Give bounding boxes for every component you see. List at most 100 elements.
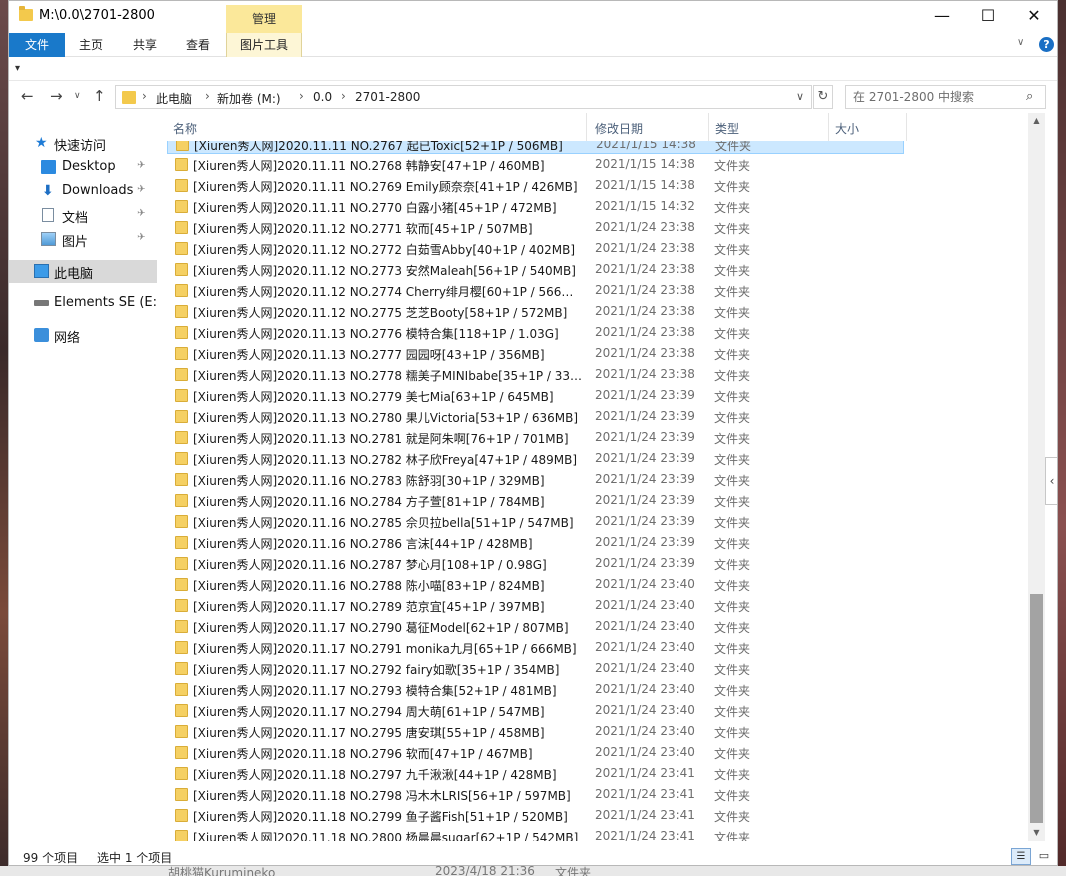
scroll-thumb[interactable] [1030,594,1043,823]
table-row[interactable]: [Xiuren秀人网]2020.11.16 NO.2783 陈舒羽[30+1P … [167,469,904,490]
table-row[interactable]: [Xiuren秀人网]2020.11.13 NO.2779 美七Mia[63+1… [167,385,904,406]
table-row[interactable]: [Xiuren秀人网]2020.11.12 NO.2775 芝芝Booty[58… [167,301,904,322]
scroll-up-button[interactable]: ▲ [1028,113,1045,129]
table-row[interactable]: [Xiuren秀人网]2020.11.17 NO.2792 fairy如歌[35… [167,658,904,679]
close-button[interactable]: ✕ [1011,1,1057,31]
file-type: 文件夹 [714,600,751,614]
pin-icon[interactable]: ✈ [137,184,145,195]
table-row[interactable]: [Xiuren秀人网]2020.11.17 NO.2791 monika九月[6… [167,637,904,658]
table-row[interactable]: [Xiuren秀人网]2020.11.18 NO.2799 鱼子酱Fish[51… [167,805,904,826]
sidebar-item-pictures[interactable]: 图片 ✈ [9,228,157,250]
search-icon[interactable]: ⌕ [1026,89,1033,104]
table-row[interactable]: [Xiuren秀人网]2020.11.17 NO.2793 模特合集[52+1P… [167,679,904,700]
file-name: [Xiuren秀人网]2020.11.12 NO.2771 软而[45+1P /… [193,222,533,236]
breadcrumb-folder-2701-2800[interactable]: 2701-2800 [355,90,420,104]
tab-view[interactable]: 查看 [172,33,224,57]
column-header-type[interactable]: 类型 [709,113,829,141]
sidebar-item-documents[interactable]: 文档 ✈ [9,204,157,226]
table-row[interactable]: [Xiuren秀人网]2020.11.13 NO.2778 糯美子MINIbab… [167,364,904,385]
pin-icon[interactable]: ✈ [137,208,145,219]
table-row[interactable]: [Xiuren秀人网]2020.11.12 NO.2774 Cherry绯月樱[… [167,280,904,301]
table-row[interactable]: [Xiuren秀人网]2020.11.12 NO.2772 白茹雪Abby[40… [167,238,904,259]
folder-icon [175,179,188,192]
file-type: 文件夹 [714,222,751,236]
tab-manage[interactable]: 管理 [226,5,302,33]
column-header-size[interactable]: 大小 [829,113,907,141]
help-icon[interactable]: ? [1039,37,1054,52]
column-header-name[interactable]: 名称 [167,113,587,141]
large-icons-view-button[interactable]: ▭ [1035,848,1053,865]
table-row[interactable]: [Xiuren秀人网]2020.11.11 NO.2769 Emily顾奈奈[4… [167,175,904,196]
column-header-date[interactable]: 修改日期 [589,113,709,141]
preview-pane-toggle[interactable]: ‹ [1045,457,1057,505]
maximize-button[interactable]: ☐ [965,1,1011,31]
forward-button[interactable]: → [50,87,63,105]
sidebar-item-this-pc[interactable]: 此电脑 [9,260,157,283]
table-row[interactable]: [Xiuren秀人网]2020.11.11 NO.2770 白露小猪[45+1P… [167,196,904,217]
table-row[interactable]: [Xiuren秀人网]2020.11.17 NO.2790 葛征Model[62… [167,616,904,637]
file-name: [Xiuren秀人网]2020.11.13 NO.2780 果儿Victoria… [193,411,579,425]
star-icon: ★ [35,135,48,151]
file-name: [Xiuren秀人网]2020.11.16 NO.2786 言沫[44+1P /… [193,537,533,551]
up-button[interactable]: ↑ [93,87,106,105]
table-row[interactable]: [Xiuren秀人网]2020.11.16 NO.2784 方子萱[81+1P … [167,490,904,511]
back-button[interactable]: ← [21,87,34,105]
refresh-button[interactable]: ↻ [813,85,833,109]
pin-icon[interactable]: ✈ [137,160,145,171]
details-view-button[interactable]: ☰ [1011,848,1031,865]
breadcrumb-this-pc[interactable]: 此电脑 [156,90,192,107]
folder-icon [175,494,188,507]
title-bar[interactable]: M:\0.0\2701-2800 管理 — ☐ ✕ [9,1,1057,33]
table-row[interactable]: [Xiuren秀人网]2020.11.13 NO.2781 就是阿朱啊[76+1… [167,427,904,448]
vertical-scrollbar[interactable]: ▲ ▼ [1028,113,1045,841]
file-name: [Xiuren秀人网]2020.11.16 NO.2785 佘贝拉bella[5… [193,516,574,530]
tab-picture-tools[interactable]: 图片工具 [226,33,302,57]
table-row[interactable]: [Xiuren秀人网]2020.11.13 NO.2777 园园呀[43+1P … [167,343,904,364]
breadcrumb-folder-0-0[interactable]: 0.0 [313,90,332,104]
table-row[interactable]: [Xiuren秀人网]2020.11.17 NO.2789 范京宜[45+1P … [167,595,904,616]
table-row[interactable]: [Xiuren秀人网]2020.11.12 NO.2771 软而[45+1P /… [167,217,904,238]
ribbon-tabs: 文件 主页 共享 查看 图片工具 ∨ ? [9,33,1057,57]
recent-locations-button[interactable]: ∨ [74,91,81,101]
search-input[interactable] [847,87,1022,107]
search-box[interactable]: ⌕ [845,85,1046,109]
sidebar-item-elements-drive[interactable]: Elements SE (E:) [9,292,162,314]
sidebar-item-quick-access[interactable]: ★ 快速访问 [9,132,157,154]
tab-file[interactable]: 文件 [9,33,65,57]
chevron-down-icon[interactable]: ∨ [1017,37,1024,48]
table-row[interactable]: [Xiuren秀人网]2020.11.18 NO.2797 九千湫湫[44+1P… [167,763,904,784]
table-row[interactable]: [Xiuren秀人网]2020.11.16 NO.2786 言沫[44+1P /… [167,532,904,553]
table-row[interactable]: [Xiuren秀人网]2020.11.16 NO.2788 陈小喵[83+1P … [167,574,904,595]
table-row[interactable]: [Xiuren秀人网]2020.11.17 NO.2794 周大萌[61+1P … [167,700,904,721]
table-row[interactable]: [Xiuren秀人网]2020.11.16 NO.2787 梦心月[108+1P… [167,553,904,574]
table-row[interactable]: [Xiuren秀人网]2020.11.12 NO.2773 安然Maleah[5… [167,259,904,280]
table-row[interactable]: [Xiuren秀人网]2020.11.18 NO.2800 杨晨晨sugar[6… [167,826,904,841]
folder-icon [175,305,188,318]
address-bar[interactable]: › 此电脑 › 新加卷 (M:) › 0.0 › 2701-2800 ∨ [115,85,812,109]
file-list[interactable]: [Xiuren秀人网]2020.11.11 NO.2767 起已Toxic[52… [157,113,1028,841]
table-row[interactable]: [Xiuren秀人网]2020.11.18 NO.2798 冯木木LRIS[56… [167,784,904,805]
folder-icon [175,410,188,423]
tab-share[interactable]: 共享 [119,33,171,57]
folder-icon [175,725,188,738]
folder-icon [175,620,188,633]
table-row[interactable]: [Xiuren秀人网]2020.11.13 NO.2780 果儿Victoria… [167,406,904,427]
table-row[interactable]: [Xiuren秀人网]2020.11.11 NO.2768 韩静安[47+1P … [167,154,904,175]
sidebar-item-desktop[interactable]: Desktop ✈ [9,156,157,178]
tab-home[interactable]: 主页 [65,33,117,57]
sidebar-item-network[interactable]: 网络 [9,324,157,346]
table-row[interactable]: [Xiuren秀人网]2020.11.16 NO.2785 佘贝拉bella[5… [167,511,904,532]
table-row[interactable]: [Xiuren秀人网]2020.11.18 NO.2796 软而[47+1P /… [167,742,904,763]
address-dropdown-icon[interactable]: ∨ [796,90,804,103]
breadcrumb-drive-m[interactable]: 新加卷 (M:) [217,90,281,107]
file-type: 文件夹 [714,348,751,362]
customize-toolbar-icon[interactable]: ▾ [15,63,20,74]
table-row[interactable]: [Xiuren秀人网]2020.11.13 NO.2782 林子欣Freya[4… [167,448,904,469]
minimize-button[interactable]: — [919,1,965,31]
network-icon [34,328,49,342]
pin-icon[interactable]: ✈ [137,232,145,243]
table-row[interactable]: [Xiuren秀人网]2020.11.13 NO.2776 模特合集[118+1… [167,322,904,343]
sidebar-item-downloads[interactable]: ⬇ Downloads ✈ [9,180,157,202]
table-row[interactable]: [Xiuren秀人网]2020.11.17 NO.2795 唐安琪[55+1P … [167,721,904,742]
scroll-down-button[interactable]: ▼ [1028,825,1045,841]
